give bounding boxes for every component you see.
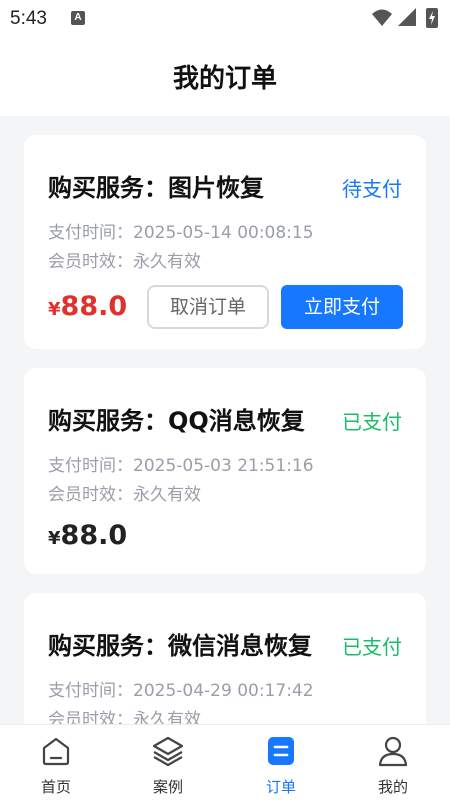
pay-time-value: 2025-05-14 00:08:15 <box>133 223 314 243</box>
validity-row: 会员时效：永久有效 <box>48 705 201 724</box>
currency-symbol: ¥ <box>48 299 61 320</box>
signal-icon <box>398 8 416 26</box>
validity-label: 会员时效： <box>48 710 133 724</box>
order-card[interactable]: 购买服务：微信消息恢复 已支付 支付时间：2025-04-29 00:17:42… <box>24 593 426 724</box>
order-list[interactable]: 购买服务：图片恢复 待支付 支付时间：2025-05-14 00:08:15 会… <box>0 116 450 724</box>
tab-cases[interactable]: 案例 <box>112 725 224 800</box>
status-icons <box>372 8 438 28</box>
validity-label: 会员时效： <box>48 485 133 505</box>
order-status-pending: 待支付 <box>342 177 402 201</box>
order-title: 购买服务：微信消息恢复 <box>48 632 312 660</box>
tab-orders[interactable]: 订单 <box>225 725 337 800</box>
order-price: ¥88.0 <box>48 520 127 551</box>
pay-time-value: 2025-05-03 21:51:16 <box>133 456 314 476</box>
pay-time-label: 支付时间： <box>48 456 133 476</box>
validity-label: 会员时效： <box>48 252 133 272</box>
validity-row: 会员时效：永久有效 <box>48 480 201 505</box>
pay-time-row: 支付时间：2025-05-03 21:51:16 <box>48 451 314 476</box>
page-header: 我的订单 <box>0 36 450 116</box>
tab-mine[interactable]: 我的 <box>337 725 449 800</box>
notification-badge-icon: A <box>71 11 85 25</box>
pay-time-label: 支付时间： <box>48 681 133 701</box>
validity-value: 永久有效 <box>133 485 201 505</box>
currency-symbol: ¥ <box>48 528 61 549</box>
bottom-tab-bar: 首页 案例 订单 我的 <box>0 724 450 800</box>
layers-icon <box>152 736 184 767</box>
status-time: 5:43 <box>10 8 47 29</box>
price-value: 88.0 <box>60 520 128 551</box>
tab-label: 我的 <box>377 778 408 796</box>
user-icon <box>378 736 408 767</box>
cancel-order-button[interactable]: 取消订单 <box>147 285 269 329</box>
pay-time-label: 支付时间： <box>48 223 133 243</box>
pay-time-row: 支付时间：2025-05-14 00:08:15 <box>48 218 314 243</box>
pay-time-row: 支付时间：2025-04-29 00:17:42 <box>48 676 314 701</box>
wifi-icon <box>372 9 392 26</box>
order-price: ¥88.0 <box>48 291 127 322</box>
page-title: 我的订单 <box>172 64 277 94</box>
order-title: 购买服务：QQ消息恢复 <box>48 407 305 435</box>
validity-value: 永久有效 <box>133 252 201 272</box>
order-card[interactable]: 购买服务：QQ消息恢复 已支付 支付时间：2025-05-03 21:51:16… <box>24 368 426 574</box>
home-icon <box>42 737 70 766</box>
price-value: 88.0 <box>60 291 128 322</box>
order-status-paid: 已支付 <box>342 410 402 434</box>
pay-time-value: 2025-04-29 00:17:42 <box>133 681 314 701</box>
tab-label: 订单 <box>265 778 296 796</box>
validity-value: 永久有效 <box>133 710 201 724</box>
order-title: 购买服务：图片恢复 <box>48 174 264 202</box>
order-icon <box>268 737 294 765</box>
tab-home[interactable]: 首页 <box>0 725 112 800</box>
validity-row: 会员时效：永久有效 <box>48 247 201 272</box>
tab-label: 首页 <box>40 778 71 796</box>
status-bar: 5:43 A <box>0 0 450 36</box>
pay-now-button[interactable]: 立即支付 <box>281 285 403 329</box>
order-status-paid: 已支付 <box>342 635 402 659</box>
tab-label: 案例 <box>152 778 183 796</box>
order-card[interactable]: 购买服务：图片恢复 待支付 支付时间：2025-05-14 00:08:15 会… <box>24 135 426 349</box>
